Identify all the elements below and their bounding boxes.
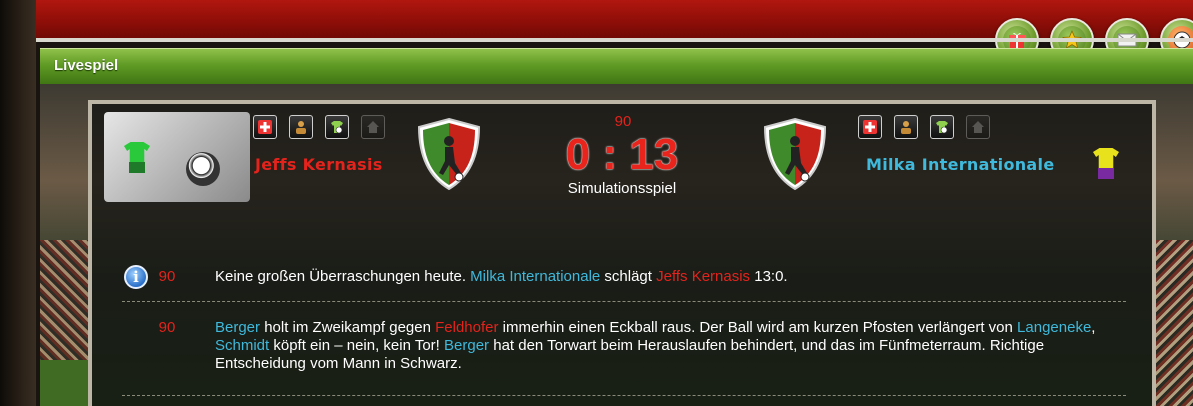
match-minute: 90 [614,113,632,130]
away-player-name[interactable]: Milka Internationale [470,268,600,285]
away-jersey-icon [1093,148,1119,180]
score: 0 : 13 [565,130,679,179]
home-icon [966,115,990,139]
event-separator [122,395,1126,396]
away-player-name[interactable]: Berger [215,319,260,336]
match-mode: Simulationsspiel [567,180,677,197]
event-text: Keine großen Überraschungen heute. Milka… [215,268,1130,286]
player-add-icon[interactable] [894,115,918,139]
away-player-name[interactable]: Berger [444,337,489,354]
home-icon [361,115,385,139]
pitch-left [40,360,88,406]
event-text-fragment: holt im Zweikampf gegen [260,319,436,336]
event-text-fragment: köpft ein – nein, kein Tor! [269,337,445,354]
away-player-name[interactable]: Schmidt [215,337,269,354]
home-player-name[interactable]: Jeffs Kernasis [656,268,750,285]
event-separator [122,301,1126,302]
jersey-add-icon[interactable] [325,115,349,139]
home-jersey-icon [124,142,150,174]
jersey-add-icon[interactable] [930,115,954,139]
stadium-crowd-right [1156,240,1193,406]
info-icon[interactable]: i [124,265,148,289]
event-text: Berger holt im Zweikampf gegen Feldhofer… [215,319,1130,373]
event-text-fragment: Keine großen Überraschungen heute. [215,268,471,285]
home-shield-icon [417,117,481,191]
event-text-fragment: schlägt [600,268,657,285]
page-title: Livespiel [54,57,119,74]
top-bar-divider [36,38,1193,42]
away-player-name[interactable]: Langeneke [1017,319,1091,336]
logo-ball-icon [186,152,220,186]
away-team-name[interactable]: Milka Internationale [866,155,1054,174]
home-team-name[interactable]: Jeffs Kernasis [255,155,383,174]
medical-cross-icon[interactable] [253,115,277,139]
home-player-name[interactable]: Feldhofer [435,319,498,336]
medical-cross-icon[interactable] [858,115,882,139]
away-shield-icon [763,117,827,191]
player-add-icon[interactable] [289,115,313,139]
panel-header: Livespiel [40,48,1193,85]
event-minute: 90 [158,268,176,285]
event-minute: 90 [158,319,176,336]
event-text-fragment: immerhin einen Eckball raus. Der Ball wi… [498,319,1018,336]
event-text-fragment: , [1091,319,1096,336]
event-text-fragment: 13:0. [750,268,788,285]
left-edge [0,0,36,406]
